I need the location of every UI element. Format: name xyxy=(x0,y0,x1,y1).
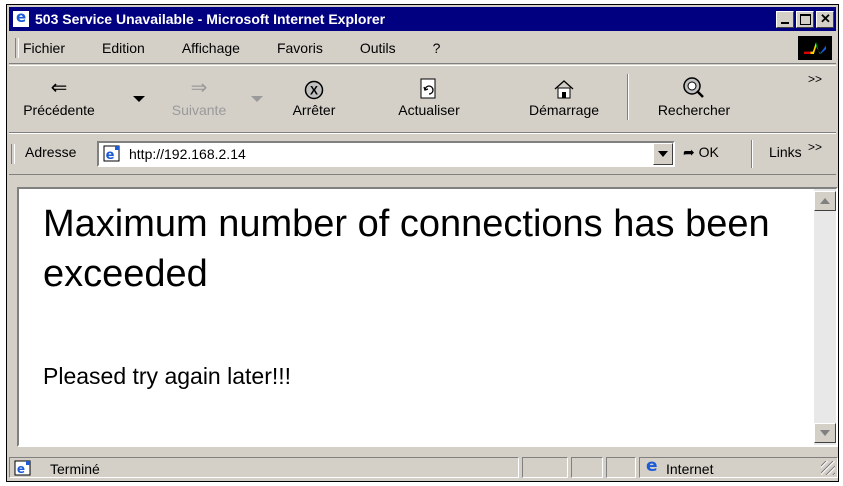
menu-affichage[interactable]: Affichage xyxy=(182,40,240,56)
menu-help[interactable]: ? xyxy=(433,40,441,56)
address-bar: Adresse e http://192.168.2.14 ➦ OK Links… xyxy=(9,133,836,175)
status-main-pane: e Terminé xyxy=(9,457,519,478)
address-input[interactable]: e http://192.168.2.14 xyxy=(97,141,675,167)
go-arrow-icon: ➦ xyxy=(683,144,695,160)
links-separator xyxy=(751,140,753,168)
address-url: http://192.168.2.14 xyxy=(129,146,246,162)
ie-page-icon: e xyxy=(14,460,32,477)
svg-text:X: X xyxy=(310,84,318,98)
windows-logo-throbber xyxy=(798,36,832,60)
links-more-chevron[interactable]: >> xyxy=(808,140,822,154)
close-button[interactable] xyxy=(816,10,834,28)
menu-fichier[interactable]: Fichier xyxy=(23,40,65,56)
home-icon xyxy=(519,66,609,100)
menu-edition[interactable]: Edition xyxy=(102,40,145,56)
address-dropdown-button[interactable] xyxy=(653,143,673,165)
status-pane xyxy=(522,457,568,478)
menu-bar: Fichier Edition Affichage Favoris Outils… xyxy=(9,33,836,64)
back-arrow-icon: ⇐ xyxy=(50,77,68,99)
menu-grip[interactable] xyxy=(15,38,19,58)
go-button[interactable]: ➦ OK xyxy=(683,144,719,161)
svg-text:e: e xyxy=(106,148,115,163)
ie-app-icon[interactable] xyxy=(13,8,29,27)
svg-text:e: e xyxy=(17,462,25,476)
stop-button[interactable]: X Arrêter xyxy=(279,66,349,128)
forward-dropdown-icon[interactable] xyxy=(251,96,263,102)
zone-label: Internet xyxy=(666,461,714,477)
title-bar: 503 Service Unavailable - Microsoft Inte… xyxy=(9,7,836,31)
stop-icon: X xyxy=(279,66,349,100)
search-button[interactable]: Rechercher xyxy=(649,66,739,128)
status-pane xyxy=(571,457,603,478)
address-label: Adresse xyxy=(25,144,77,160)
standard-toolbar: ⇐ Précédente ⇒ Suivante X Arrêter Actual… xyxy=(9,65,836,133)
toolbar-separator xyxy=(627,74,629,120)
status-bar: e Terminé e Internet xyxy=(9,455,838,479)
resize-grip[interactable] xyxy=(821,461,835,475)
internet-zone-icon: e xyxy=(646,456,658,476)
home-button[interactable]: Démarrage xyxy=(519,66,609,128)
error-message: Pleased try again later!!! xyxy=(43,363,292,389)
error-heading: Maximum number of connections has been e… xyxy=(43,203,770,295)
address-grip[interactable] xyxy=(11,144,15,164)
ie-page-icon: e xyxy=(103,145,121,163)
links-button[interactable]: Links xyxy=(769,144,802,160)
minimize-button[interactable] xyxy=(776,10,794,28)
browser-window: 503 Service Unavailable - Microsoft Inte… xyxy=(6,4,839,482)
refresh-button[interactable]: Actualiser xyxy=(389,66,469,128)
status-pane xyxy=(606,457,636,478)
forward-arrow-icon: ⇒ xyxy=(190,77,208,99)
back-dropdown-icon[interactable] xyxy=(133,96,145,102)
menu-favoris[interactable]: Favoris xyxy=(277,40,323,56)
status-text: Terminé xyxy=(50,461,100,477)
toolbar-more-chevron[interactable]: >> xyxy=(808,72,822,86)
status-zone-pane: e Internet xyxy=(639,456,838,478)
refresh-icon xyxy=(389,66,469,100)
vertical-scrollbar[interactable] xyxy=(814,189,836,445)
search-icon xyxy=(649,66,739,100)
back-button[interactable]: ⇐ Précédente xyxy=(19,66,99,128)
window-title: 503 Service Unavailable - Microsoft Inte… xyxy=(35,11,386,27)
scroll-down-button[interactable] xyxy=(814,423,836,443)
maximize-button[interactable] xyxy=(796,10,814,28)
menu-outils[interactable]: Outils xyxy=(360,40,396,56)
scroll-up-button[interactable] xyxy=(814,191,836,211)
page-content: Maximum number of connections has been e… xyxy=(17,187,838,447)
forward-button[interactable]: ⇒ Suivante xyxy=(159,66,239,128)
